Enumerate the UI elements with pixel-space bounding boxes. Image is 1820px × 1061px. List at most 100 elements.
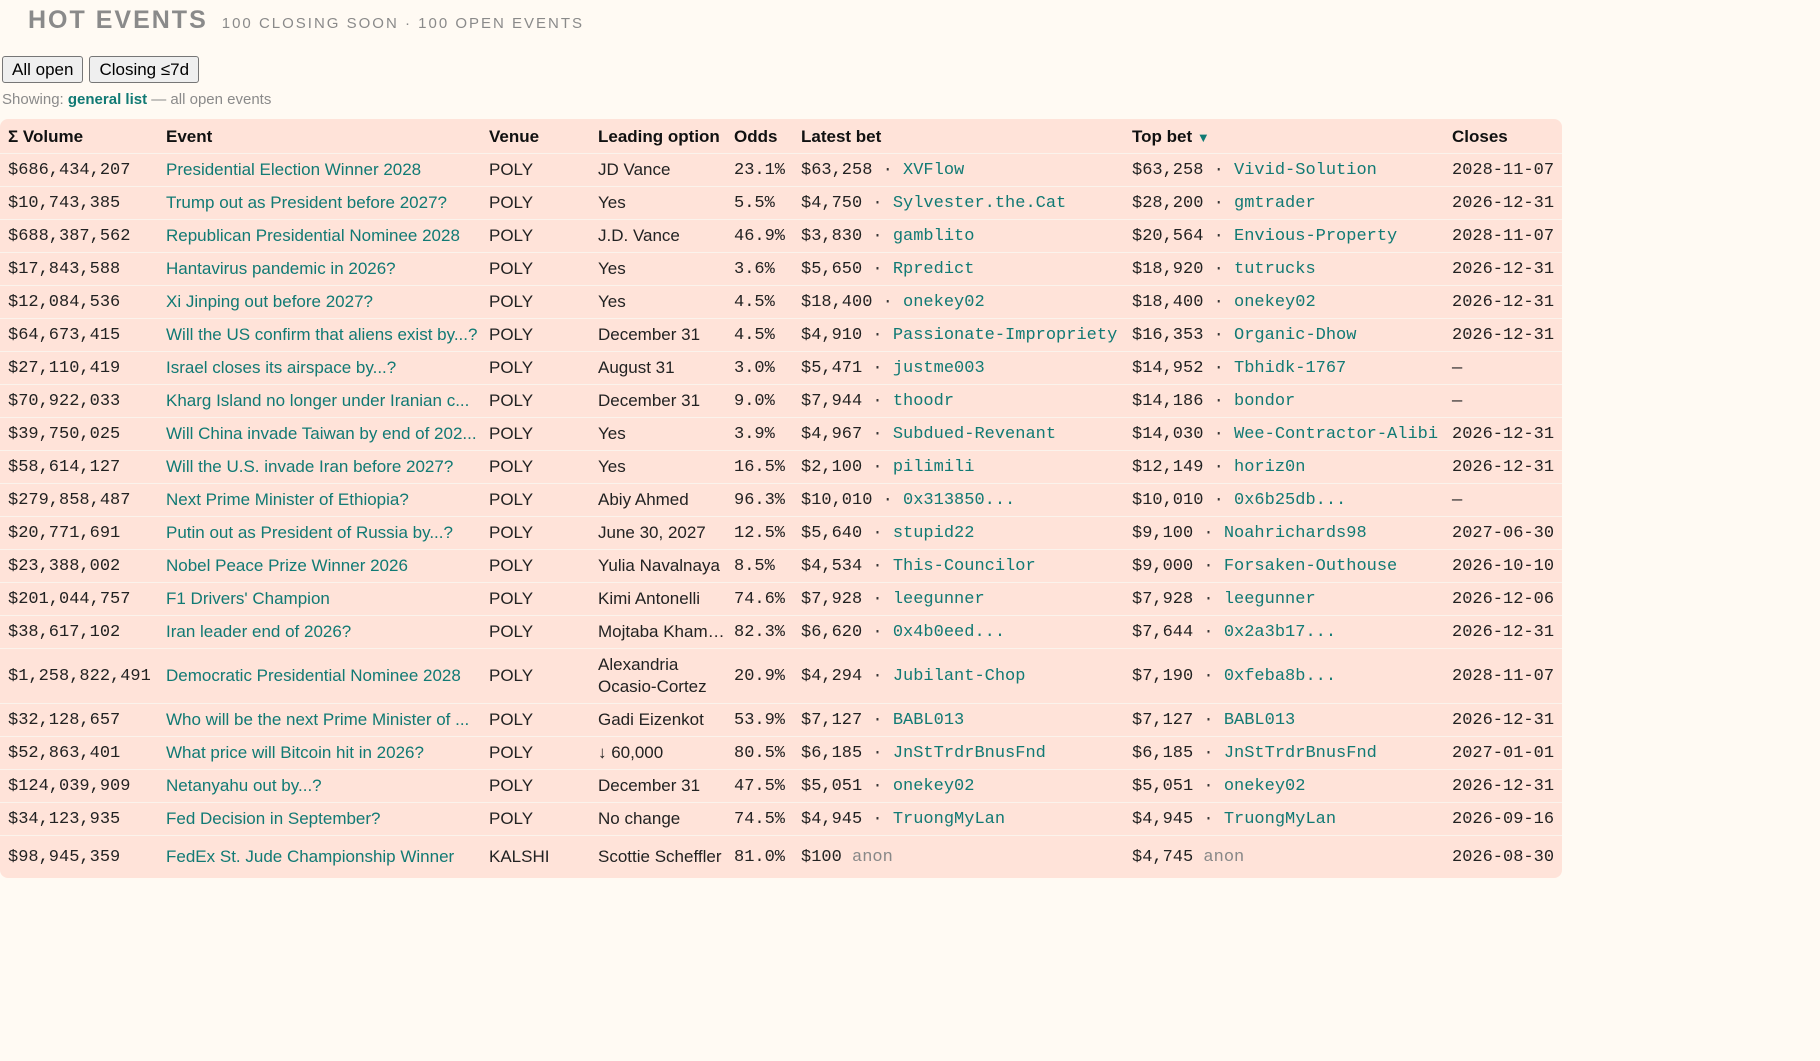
- venue-cell: POLY: [481, 252, 590, 286]
- latest-bet-user[interactable]: Sylvester.the.Cat: [893, 194, 1066, 213]
- top-bet-user[interactable]: Noahrichards98: [1224, 524, 1367, 543]
- top-bet-user[interactable]: tutrucks: [1234, 260, 1316, 279]
- venue-cell: POLY: [481, 582, 590, 616]
- latest-bet-user[interactable]: BABL013: [893, 711, 964, 730]
- top-bet-user[interactable]: 0xfeba8b...: [1224, 667, 1336, 686]
- odds-cell: 4.5%: [726, 285, 793, 319]
- top-bet-user[interactable]: 0x6b25db...: [1234, 491, 1346, 510]
- latest-bet-user[interactable]: Subdued-Revenant: [893, 425, 1056, 444]
- top-bet-user: anon: [1203, 847, 1245, 867]
- column-header-volume[interactable]: Σ Volume: [0, 119, 158, 154]
- event-link[interactable]: Will China invade Taiwan by end of 202..…: [166, 424, 477, 443]
- latest-bet-user[interactable]: justme003: [893, 359, 985, 378]
- event-link[interactable]: Putin out as President of Russia by...?: [166, 523, 453, 542]
- event-link[interactable]: Will the US confirm that aliens exist by…: [166, 325, 477, 344]
- top-bet-user[interactable]: onekey02: [1224, 777, 1306, 796]
- separator-dot: ·: [872, 424, 883, 444]
- separator-dot: ·: [872, 589, 883, 609]
- latest-bet-cell: $4,910 · Passionate-Impropriety: [793, 318, 1124, 352]
- top-bet-user[interactable]: gmtrader: [1234, 194, 1316, 213]
- event-link[interactable]: Nobel Peace Prize Winner 2026: [166, 556, 408, 575]
- latest-bet-user[interactable]: onekey02: [903, 293, 985, 312]
- event-link[interactable]: Next Prime Minister of Ethiopia?: [166, 490, 409, 509]
- latest-bet-user[interactable]: JnStTrdrBnusFnd: [893, 744, 1046, 763]
- latest-bet-user[interactable]: TruongMyLan: [893, 810, 1005, 829]
- event-link[interactable]: FedEx St. Jude Championship Winner: [166, 847, 454, 866]
- closing-soon-button[interactable]: Closing ≤7d: [89, 56, 200, 83]
- event-link[interactable]: Netanyahu out by...?: [166, 776, 322, 795]
- latest-bet-user[interactable]: XVFlow: [903, 161, 964, 180]
- separator-dot: ·: [882, 490, 893, 510]
- column-header-latest-bet[interactable]: Latest bet: [793, 119, 1124, 154]
- top-bet-user[interactable]: BABL013: [1224, 711, 1295, 730]
- odds-cell: 8.5%: [726, 549, 793, 583]
- closes-cell: 2026-12-06: [1444, 582, 1562, 616]
- odds-cell: 5.5%: [726, 186, 793, 220]
- venue-cell: POLY: [481, 417, 590, 451]
- event-link[interactable]: Kharg Island no longer under Iranian c..…: [166, 391, 469, 410]
- latest-bet-user[interactable]: This-Councilor: [893, 557, 1036, 576]
- event-link[interactable]: Democratic Presidential Nominee 2028: [166, 666, 461, 685]
- leading-option-cell: Kimi Antonelli: [590, 582, 726, 616]
- top-bet-user[interactable]: Tbhidk-1767: [1234, 359, 1346, 378]
- event-link[interactable]: Trump out as President before 2027?: [166, 193, 447, 212]
- all-open-button[interactable]: All open: [2, 56, 84, 83]
- table-row: $279,858,487 Next Prime Minister of Ethio…: [0, 483, 1562, 517]
- column-header-venue[interactable]: Venue: [481, 119, 590, 154]
- odds-cell: 23.1%: [726, 153, 793, 187]
- top-bet-amount: $7,928: [1132, 589, 1194, 609]
- top-bet-user[interactable]: leegunner: [1224, 590, 1316, 609]
- top-bet-user[interactable]: Vivid-Solution: [1234, 161, 1377, 180]
- odds-cell: 96.3%: [726, 483, 793, 517]
- latest-bet-amount: $10,010: [801, 490, 873, 510]
- event-link[interactable]: What price will Bitcoin hit in 2026?: [166, 743, 424, 762]
- column-header-closes[interactable]: Closes: [1444, 119, 1562, 154]
- latest-bet-user[interactable]: 0x4b0eed...: [893, 623, 1005, 642]
- latest-bet-user[interactable]: Rpredict: [893, 260, 975, 279]
- venue-cell: POLY: [481, 615, 590, 649]
- event-link[interactable]: Hantavirus pandemic in 2026?: [166, 259, 396, 278]
- event-link[interactable]: Who will be the next Prime Minister of .…: [166, 710, 469, 729]
- top-bet-user[interactable]: JnStTrdrBnusFnd: [1224, 744, 1377, 763]
- latest-bet-user[interactable]: thoodr: [893, 392, 954, 411]
- table-row: $23,388,002 Nobel Peace Prize Winner 2026…: [0, 549, 1562, 583]
- latest-bet-user[interactable]: Passionate-Impropriety: [893, 326, 1117, 345]
- top-bet-user[interactable]: Wee-Contractor-Alibi: [1234, 425, 1438, 444]
- separator-dot: ·: [872, 325, 883, 345]
- leading-option-cell: J.D. Vance: [590, 219, 726, 253]
- top-bet-user[interactable]: Envious-Property: [1234, 227, 1397, 246]
- latest-bet-user[interactable]: pilimili: [893, 458, 975, 477]
- event-link[interactable]: Republican Presidential Nominee 2028: [166, 226, 460, 245]
- top-bet-user[interactable]: bondor: [1234, 392, 1295, 411]
- top-bet-user[interactable]: onekey02: [1234, 293, 1316, 312]
- column-header-odds[interactable]: Odds: [726, 119, 793, 154]
- latest-bet-user[interactable]: gamblito: [893, 227, 975, 246]
- volume-cell: $686,434,207: [0, 153, 158, 187]
- latest-bet-user[interactable]: stupid22: [893, 524, 975, 543]
- latest-bet-user[interactable]: Jubilant-Chop: [893, 667, 1026, 686]
- top-bet-user[interactable]: Organic-Dhow: [1234, 326, 1356, 345]
- event-link[interactable]: Israel closes its airspace by...?: [166, 358, 396, 377]
- top-bet-user[interactable]: TruongMyLan: [1224, 810, 1336, 829]
- latest-bet-user[interactable]: leegunner: [893, 590, 985, 609]
- column-header-event[interactable]: Event: [158, 119, 481, 154]
- event-link[interactable]: Xi Jinping out before 2027?: [166, 292, 373, 311]
- column-header-top-bet[interactable]: Top bet ▼: [1124, 119, 1444, 154]
- leading-option-cell: Gadi Eizenkot: [590, 703, 726, 737]
- top-bet-user[interactable]: horiz0n: [1234, 458, 1305, 477]
- event-link[interactable]: F1 Drivers' Champion: [166, 589, 330, 608]
- event-link[interactable]: Fed Decision in September?: [166, 809, 381, 828]
- event-cell: Putin out as President of Russia by...?: [158, 516, 481, 550]
- volume-cell: $10,743,385: [0, 186, 158, 220]
- top-bet-user[interactable]: 0x2a3b17...: [1224, 623, 1336, 642]
- column-header-leading-option[interactable]: Leading option: [590, 119, 726, 154]
- event-link[interactable]: Will the U.S. invade Iran before 2027?: [166, 457, 453, 476]
- top-bet-user[interactable]: Forsaken-Outhouse: [1224, 557, 1397, 576]
- leading-option-cell: Yulia Navalnaya: [590, 549, 726, 583]
- top-bet-amount: $14,186: [1132, 391, 1204, 411]
- latest-bet-user[interactable]: 0x313850...: [903, 491, 1015, 510]
- event-link[interactable]: Presidential Election Winner 2028: [166, 160, 421, 179]
- closes-cell: 2026-10-10: [1444, 549, 1562, 583]
- event-link[interactable]: Iran leader end of 2026?: [166, 622, 351, 641]
- latest-bet-user[interactable]: onekey02: [893, 777, 975, 796]
